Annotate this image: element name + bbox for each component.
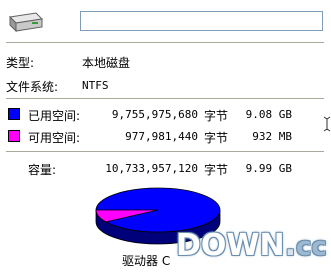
drive-label: 驱动器 C <box>122 254 171 268</box>
separator <box>6 151 324 153</box>
capacity-size: 9.99 GB <box>245 162 292 175</box>
used-space-size: 9.08 GB <box>245 108 292 121</box>
drive-name-input[interactable] <box>80 11 323 31</box>
filesystem-label: 文件系统: <box>6 80 59 94</box>
watermark-logo: DOWN.cc <box>176 228 327 263</box>
filesystem-value: NTFS <box>82 79 109 92</box>
free-space-swatch <box>8 130 20 142</box>
free-space-size: 932 MB <box>252 130 292 143</box>
capacity-bytes: 10,733,957,120 <box>105 162 198 175</box>
watermark-tld: cc <box>296 232 327 262</box>
separator <box>6 42 324 44</box>
watermark-text: DOWN <box>176 228 285 263</box>
free-space-bytes: 977,981,440 <box>125 130 198 143</box>
used-space-swatch <box>8 108 20 120</box>
text-cursor-icon <box>323 116 331 132</box>
watermark-dot: . <box>284 228 297 263</box>
used-space-bytes: 9,755,975,680 <box>111 108 198 121</box>
type-value: 本地磁盘 <box>82 56 131 70</box>
hard-drive-icon <box>8 12 44 33</box>
separator <box>6 98 324 100</box>
type-label: 类型: <box>6 56 35 70</box>
